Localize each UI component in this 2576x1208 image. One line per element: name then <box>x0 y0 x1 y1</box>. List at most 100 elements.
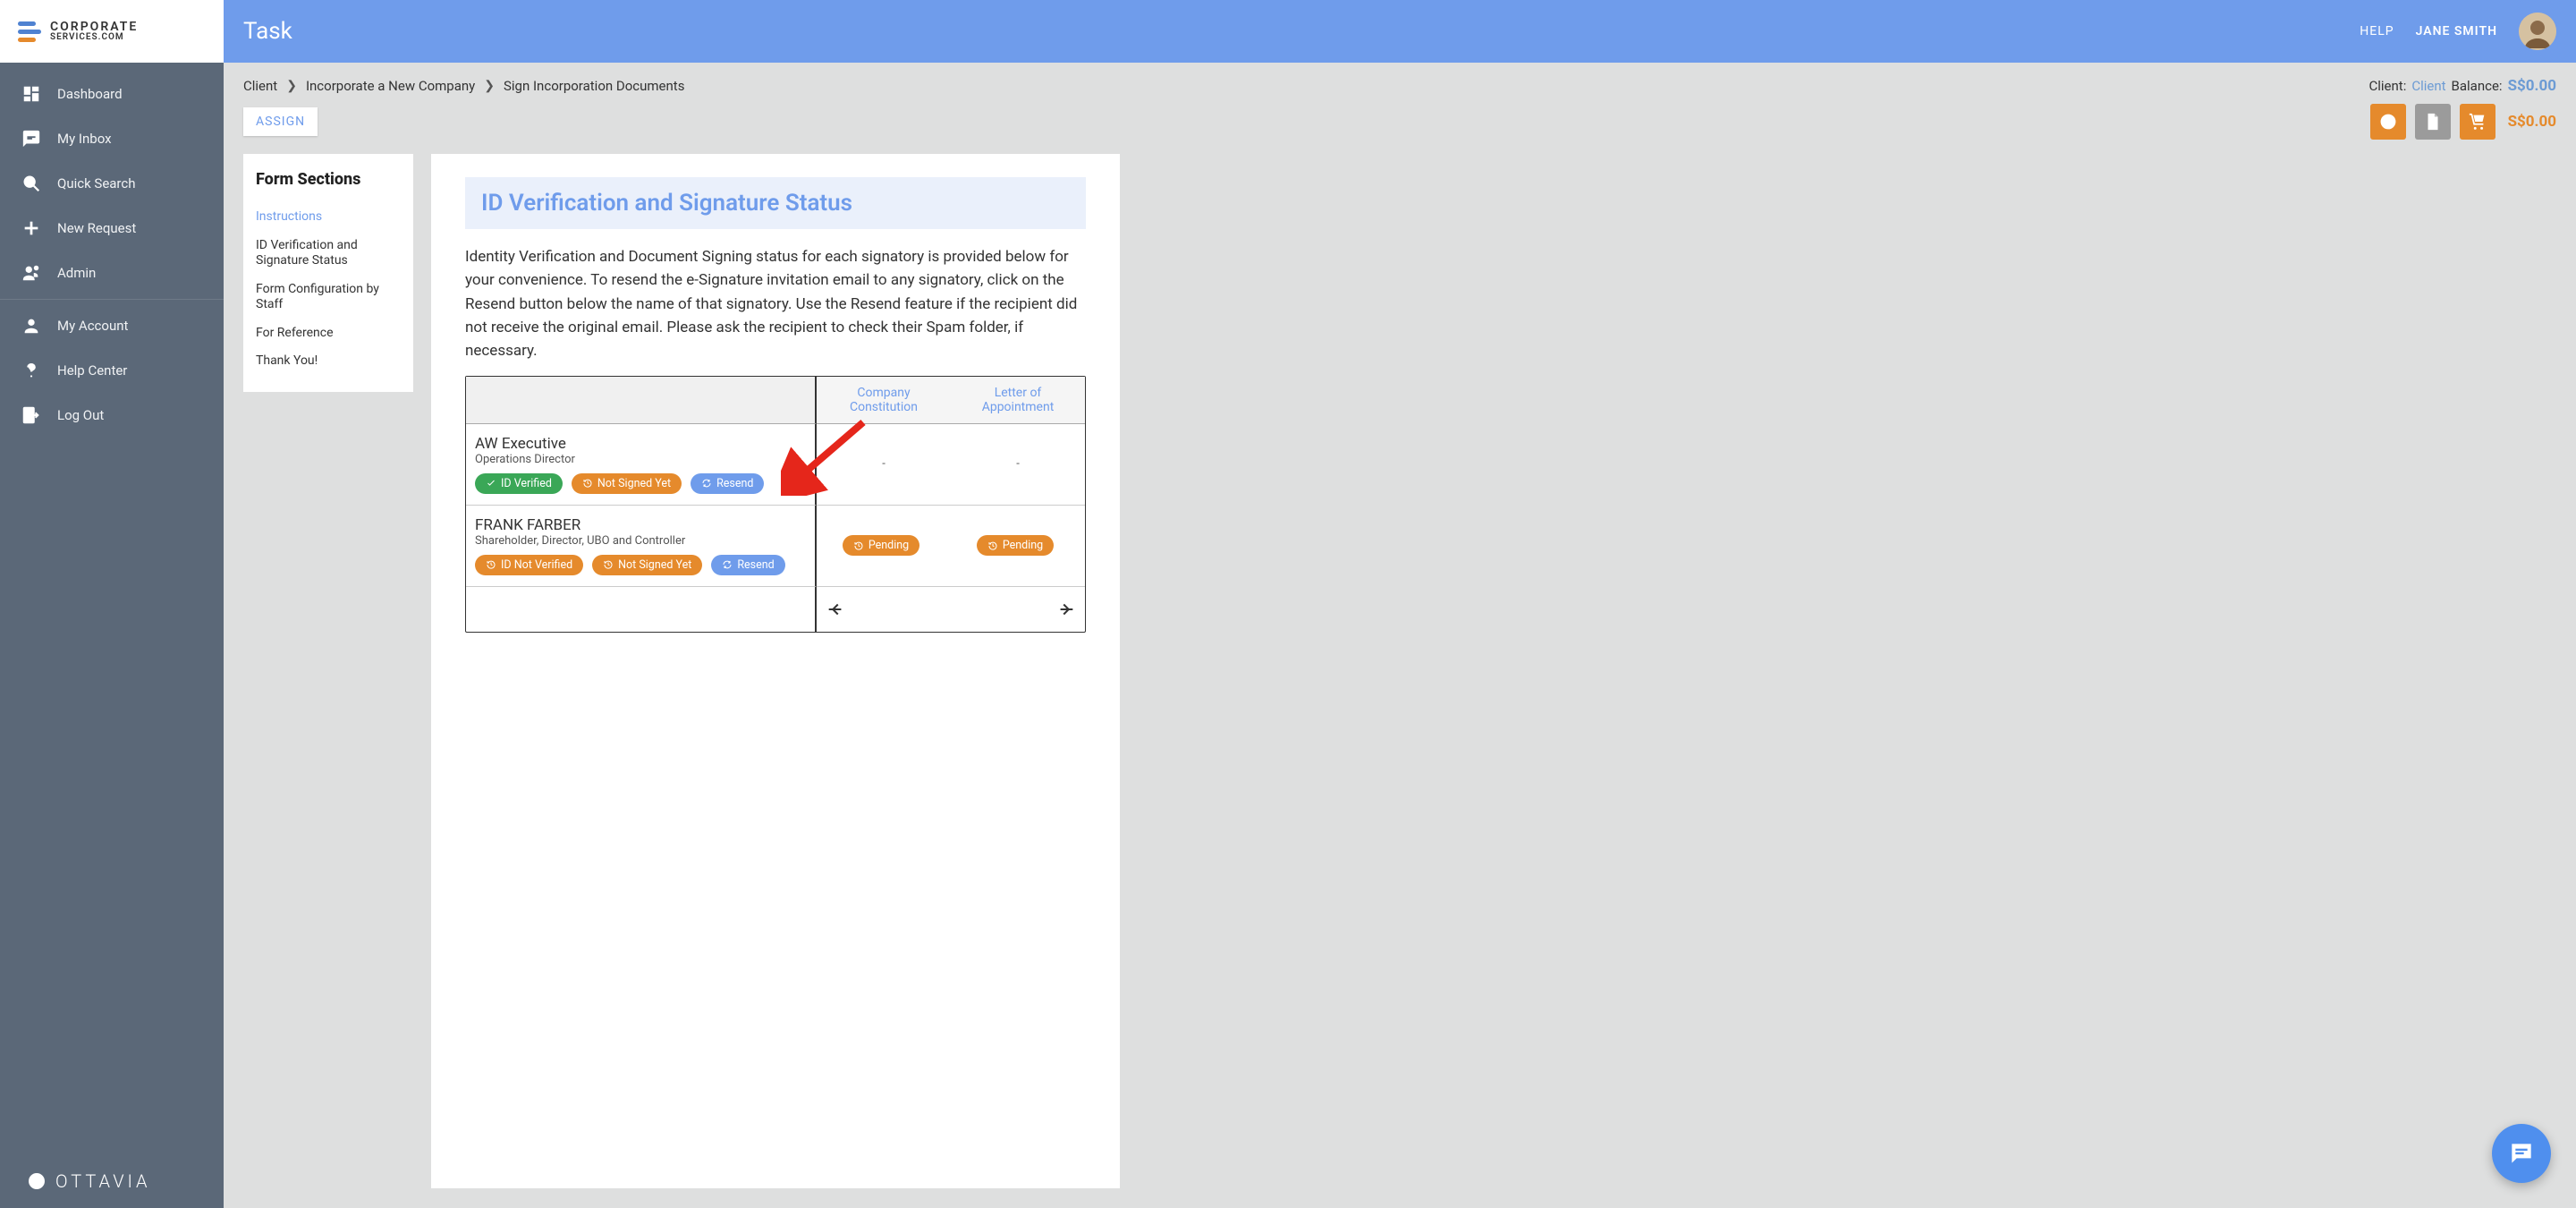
sidebar-item-help[interactable]: Help Center <box>0 348 224 393</box>
cart-total: S$0.00 <box>2508 113 2556 131</box>
brand-mark-icon <box>18 21 43 42</box>
breadcrumb: Client ❯ Incorporate a New Company ❯ Sig… <box>224 63 2576 104</box>
cart-button[interactable] <box>2460 104 2496 140</box>
crumb-process[interactable]: Incorporate a New Company <box>306 78 475 94</box>
table-cell-status: - <box>951 424 1085 506</box>
refresh-icon <box>701 478 712 489</box>
table-cell-status: Pending <box>951 506 1085 587</box>
pill-id-verified: ID Verified <box>475 473 563 494</box>
balance-label: Balance: <box>2452 78 2503 94</box>
balance-amount: S$0.00 <box>2508 77 2556 95</box>
clock-icon <box>2378 112 2398 132</box>
section-heading: ID Verification and Signature Status <box>465 177 1086 229</box>
crumb-client[interactable]: Client <box>243 78 277 94</box>
signatory-name: FRANK FARBER <box>475 516 806 534</box>
resend-button[interactable]: Resend <box>711 555 784 575</box>
pill-id-not-verified: ID Not Verified <box>475 555 583 575</box>
pill-label: Not Signed Yet <box>618 558 691 572</box>
pill-not-signed: Not Signed Yet <box>572 473 682 494</box>
table-header-company-constitution[interactable]: Company Constitution <box>817 377 951 424</box>
form-section-reference[interactable]: For Reference <box>256 319 401 348</box>
pill-label: ID Not Verified <box>501 558 572 572</box>
avatar[interactable] <box>2519 13 2556 50</box>
form-section-config[interactable]: Form Configuration by Staff <box>256 276 401 319</box>
sidebar-item-search[interactable]: Quick Search <box>0 161 224 206</box>
help-icon <box>21 361 41 380</box>
history-icon <box>582 478 593 489</box>
form-sections-title: Form Sections <box>256 170 401 189</box>
crumb-task[interactable]: Sign Incorporation Documents <box>504 78 684 94</box>
pill-label: Resend <box>737 558 774 572</box>
history-button[interactable] <box>2370 104 2406 140</box>
document-button[interactable] <box>2415 104 2451 140</box>
chat-icon <box>2507 1139 2536 1168</box>
sidebar-item-label: Help Center <box>57 362 127 379</box>
sidebar-item-dashboard[interactable]: Dashboard <box>0 72 224 116</box>
sidebar-item-account[interactable]: My Account <box>0 303 224 348</box>
current-user-name[interactable]: JANE SMITH <box>2416 24 2497 38</box>
resend-button[interactable]: Resend <box>691 473 764 494</box>
chevron-right-icon: ❯ <box>286 79 297 93</box>
pill-pending: Pending <box>977 535 1054 556</box>
sidebar-item-new-request[interactable]: New Request <box>0 206 224 251</box>
pill-label: Pending <box>869 539 909 552</box>
table-cell-signatory: FRANK FARBER Shareholder, Director, UBO … <box>466 506 817 587</box>
form-panel: ID Verification and Signature Status Ide… <box>431 154 1120 1188</box>
sidebar-item-label: New Request <box>57 220 136 236</box>
form-section-id-verification[interactable]: ID Verification and Signature Status <box>256 232 401 276</box>
search-icon <box>21 174 41 193</box>
client-label: Client: <box>2368 78 2406 94</box>
sidebar-item-inbox[interactable]: My Inbox <box>0 116 224 161</box>
help-link[interactable]: HELP <box>2360 24 2394 38</box>
signatory-name: AW Executive <box>475 435 806 453</box>
history-icon <box>486 559 496 570</box>
sidebar-nav: Dashboard My Inbox Quick Search New Requ… <box>0 63 224 1154</box>
form-section-instructions[interactable]: Instructions <box>256 203 401 232</box>
next-button[interactable] <box>1056 600 1076 619</box>
brand-logo[interactable]: CORPORATE SERVICES.COM <box>0 0 224 63</box>
pill-label: Not Signed Yet <box>597 477 671 490</box>
action-row: ASSIGN S$0.00 <box>224 104 2576 154</box>
chat-fab[interactable] <box>2492 1124 2551 1183</box>
sidebar-item-label: Dashboard <box>57 86 123 102</box>
table-footer-nav <box>817 587 1085 632</box>
form-section-thank-you[interactable]: Thank You! <box>256 347 401 376</box>
table-header-letter-of-appointment[interactable]: Letter of Appointment <box>951 377 1085 424</box>
history-icon <box>987 540 998 551</box>
pill-label: Pending <box>1003 539 1043 552</box>
avatar-icon <box>2519 13 2556 50</box>
refresh-icon <box>722 559 733 570</box>
signatory-role: Operations Director <box>475 453 806 466</box>
sidebar-item-admin[interactable]: Admin <box>0 251 224 295</box>
dashboard-icon <box>21 84 41 104</box>
chevron-right-icon: ❯ <box>484 79 495 93</box>
logout-icon <box>21 405 41 425</box>
sidebar-item-label: Admin <box>57 265 96 281</box>
sidebar-item-label: My Inbox <box>57 131 112 147</box>
pill-label: ID Verified <box>501 477 552 490</box>
table-header-blank <box>466 377 817 424</box>
client-link[interactable]: Client <box>2411 78 2445 94</box>
ottavia-icon <box>27 1171 47 1191</box>
content: Form Sections Instructions ID Verificati… <box>224 154 2576 1208</box>
sidebar-item-label: Log Out <box>57 407 104 423</box>
ottavia-label: OTTAVIA <box>55 1170 151 1192</box>
cart-icon <box>2468 112 2487 132</box>
sidebar-item-logout[interactable]: Log Out <box>0 393 224 438</box>
brand-text: CORPORATE SERVICES.COM <box>50 21 138 42</box>
table-cell-status: Pending <box>817 506 951 587</box>
plus-icon <box>21 218 41 238</box>
check-icon <box>486 478 496 489</box>
main: Task HELP JANE SMITH Client ❯ Incorporat… <box>224 0 2576 1208</box>
person-icon <box>21 316 41 336</box>
history-icon <box>603 559 614 570</box>
topbar: Task HELP JANE SMITH <box>224 0 2576 63</box>
signatory-role: Shareholder, Director, UBO and Controlle… <box>475 534 806 548</box>
inbox-icon <box>21 129 41 149</box>
document-icon <box>2423 112 2443 132</box>
assign-button[interactable]: ASSIGN <box>243 107 318 136</box>
history-icon <box>853 540 864 551</box>
prev-button[interactable] <box>826 600 845 619</box>
table-cell-status: - <box>817 424 951 506</box>
section-body: Identity Verification and Document Signi… <box>465 245 1086 363</box>
